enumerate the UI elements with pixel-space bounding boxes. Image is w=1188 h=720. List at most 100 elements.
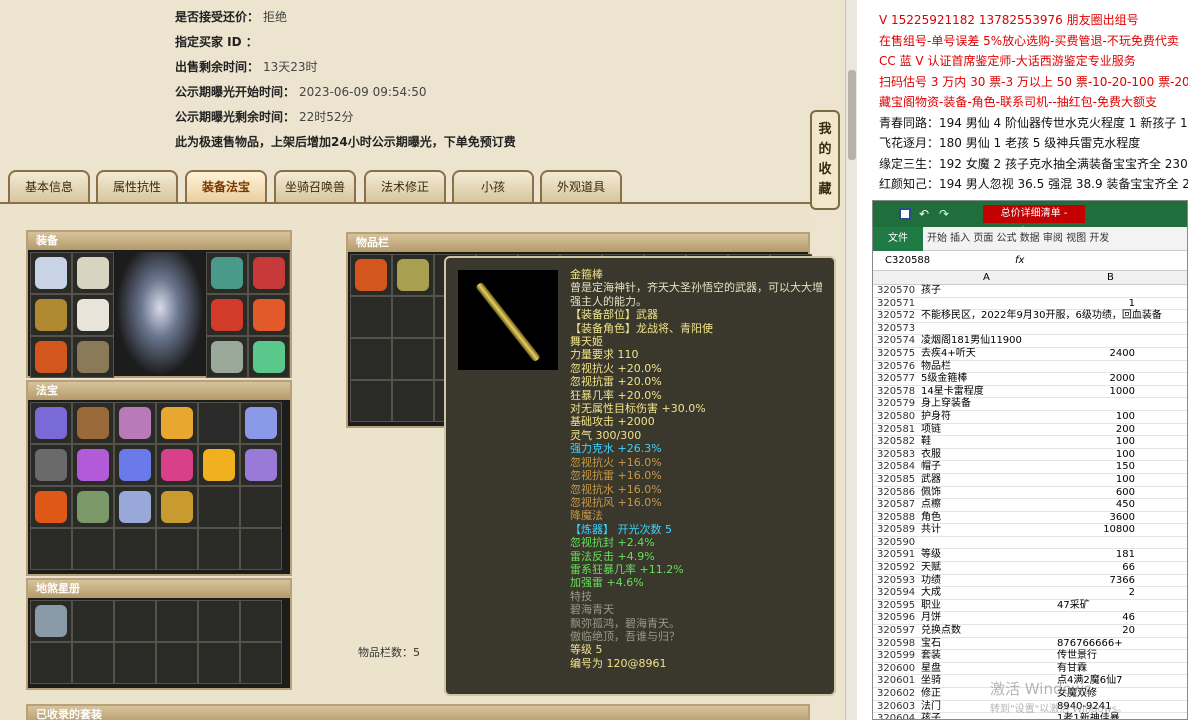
cell-a[interactable]: 宝石 (921, 638, 1055, 651)
item-icon[interactable] (119, 449, 151, 481)
tab-5[interactable]: 小孩 (452, 170, 534, 202)
item-icon[interactable] (35, 407, 67, 439)
item-slot[interactable] (114, 486, 156, 528)
cell-b[interactable]: 7366 (1055, 575, 1135, 588)
sheet-row[interactable]: 320585 武器 100 (873, 474, 1187, 487)
equip-slot[interactable] (206, 252, 248, 294)
equip-icon[interactable] (253, 299, 285, 331)
item-slot[interactable] (392, 296, 434, 338)
sheet-row[interactable]: 320594 大成 2 (873, 587, 1187, 600)
row-number[interactable]: 320594 (877, 587, 915, 600)
sheet-row[interactable]: 320584 帽子 150 (873, 461, 1187, 474)
item-slot[interactable] (240, 486, 282, 528)
item-slot[interactable] (156, 642, 198, 684)
cell-b[interactable]: 1000 (1055, 386, 1135, 399)
item-slot[interactable] (156, 600, 198, 642)
equip-slot[interactable] (72, 336, 114, 378)
row-number[interactable]: 320577 (877, 373, 915, 386)
cell-a[interactable]: 5级金箍棒 (921, 373, 1055, 386)
row-number[interactable]: 320588 (877, 512, 915, 525)
cell-a[interactable]: 套装 (921, 650, 1055, 663)
item-slot[interactable] (156, 486, 198, 528)
cell-b[interactable]: 100 (1055, 474, 1135, 487)
row-number[interactable]: 320573 (877, 323, 915, 336)
item-slot[interactable] (240, 600, 282, 642)
sheet-row[interactable]: 320600 星盘 有甘霖 (873, 663, 1187, 676)
cell-b[interactable]: 46 (1055, 612, 1135, 625)
item-icon[interactable] (35, 449, 67, 481)
item-slot[interactable] (156, 444, 198, 486)
row-number[interactable]: 320596 (877, 612, 915, 625)
sheet-row[interactable]: 320581 项链 200 (873, 424, 1187, 437)
cell-a[interactable]: 项链 (921, 424, 1055, 437)
item-icon[interactable] (35, 605, 67, 637)
item-slot[interactable] (72, 600, 114, 642)
row-number[interactable]: 320574 (877, 335, 915, 348)
cell-a[interactable]: 帽子 (921, 461, 1055, 474)
sheet-row[interactable]: 320590 (873, 537, 1187, 550)
ribbon-tabs[interactable]: 开始 插入 页面 公式 数据 审阅 视图 开发 (927, 227, 1109, 251)
item-slot[interactable] (30, 528, 72, 570)
item-slot[interactable] (350, 380, 392, 422)
sheet-row[interactable]: 320587 点檫 450 (873, 499, 1187, 512)
item-icon[interactable] (119, 491, 151, 523)
cell-b[interactable]: 1 (1055, 298, 1135, 311)
item-icon[interactable] (245, 407, 277, 439)
cell-b[interactable]: 876766666+ (1057, 638, 1123, 651)
cell-b[interactable]: 3600 (1055, 512, 1135, 525)
row-number[interactable]: 320592 (877, 562, 915, 575)
cell-b[interactable]: 有甘霖 (1057, 663, 1087, 676)
item-slot[interactable] (72, 402, 114, 444)
row-number[interactable]: 320571 (877, 298, 915, 311)
row-number[interactable]: 320599 (877, 650, 915, 663)
cell-b[interactable]: 10800 (1055, 524, 1135, 537)
sheet-row[interactable]: 320586 佩饰 600 (873, 487, 1187, 500)
sheet-row[interactable]: 320571 1 (873, 298, 1187, 311)
item-slot[interactable] (240, 402, 282, 444)
item-slot[interactable] (350, 254, 392, 296)
item-slot[interactable] (240, 444, 282, 486)
sheet-row[interactable]: 320598 宝石 876766666+ (873, 638, 1187, 651)
cell-b[interactable]: 2000 (1055, 373, 1135, 386)
sheet-row[interactable]: 320574 凌烟阁181男仙11900 (873, 335, 1187, 348)
item-slot[interactable] (240, 528, 282, 570)
item-icon[interactable] (161, 407, 193, 439)
item-slot[interactable] (198, 486, 240, 528)
page-scrollbar[interactable] (845, 0, 857, 720)
cell-b[interactable]: 66 (1055, 562, 1135, 575)
row-number[interactable]: 320590 (877, 537, 915, 550)
cell-a[interactable]: 凌烟阁181男仙11900 (921, 335, 1055, 348)
cell-b[interactable]: 2400 (1055, 348, 1135, 361)
equip-icon[interactable] (35, 341, 67, 373)
favorite-button[interactable]: 我的收藏 (810, 110, 840, 210)
equip-slot[interactable] (206, 294, 248, 336)
cell-a[interactable]: 月饼 (921, 612, 1055, 625)
sheet-row[interactable]: 320597 兑换点数 20 (873, 625, 1187, 638)
item-slot[interactable] (114, 528, 156, 570)
equip-slot[interactable] (72, 294, 114, 336)
cell-a[interactable]: 职业 (921, 600, 1055, 613)
cell-a[interactable]: 角色 (921, 512, 1055, 525)
cell-a[interactable]: 等级 (921, 549, 1055, 562)
equip-slot[interactable] (30, 294, 72, 336)
cell-b[interactable]: 150 (1055, 461, 1135, 474)
item-slot[interactable] (30, 402, 72, 444)
sheet-row[interactable]: 320596 月饼 46 (873, 612, 1187, 626)
item-slot[interactable] (392, 380, 434, 422)
sheet-row[interactable]: 320579 身上穿装备 (873, 398, 1187, 411)
equip-slot[interactable] (72, 252, 114, 294)
item-icon[interactable] (161, 491, 193, 523)
item-slot[interactable] (114, 642, 156, 684)
cell-a[interactable]: 佩饰 (921, 487, 1055, 500)
item-slot[interactable] (30, 486, 72, 528)
equip-icon[interactable] (35, 257, 67, 289)
item-slot[interactable] (156, 402, 198, 444)
sheet-row[interactable]: 320583 衣服 100 (873, 449, 1187, 462)
cell-b[interactable]: 47采矿 (1057, 600, 1090, 613)
equip-icon[interactable] (253, 341, 285, 373)
cell-b[interactable]: 20 (1055, 625, 1135, 638)
sheet-row[interactable]: 320591 等级 181 (873, 549, 1187, 563)
item-slot[interactable] (114, 600, 156, 642)
column-a-header[interactable]: A (983, 271, 990, 285)
cell-a[interactable]: 天赋 (921, 562, 1055, 575)
